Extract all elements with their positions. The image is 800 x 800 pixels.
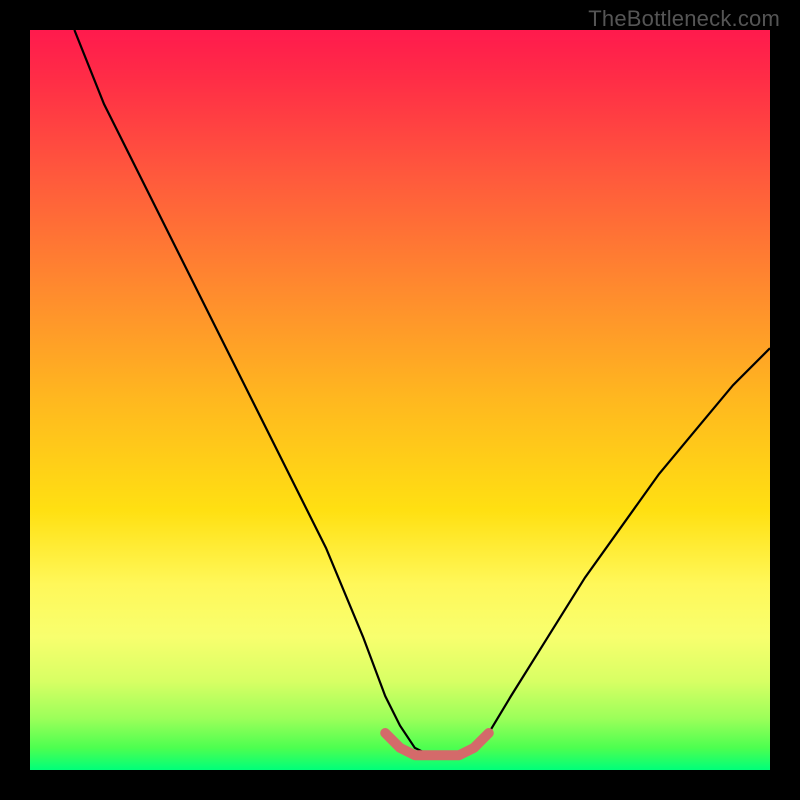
chart-frame: TheBottleneck.com: [0, 0, 800, 800]
plot-area: [30, 30, 770, 770]
highlight-floor-path: [385, 733, 489, 755]
watermark-label: TheBottleneck.com: [588, 6, 780, 32]
bottleneck-curve-path: [74, 30, 770, 755]
curve-layer: [30, 30, 770, 770]
